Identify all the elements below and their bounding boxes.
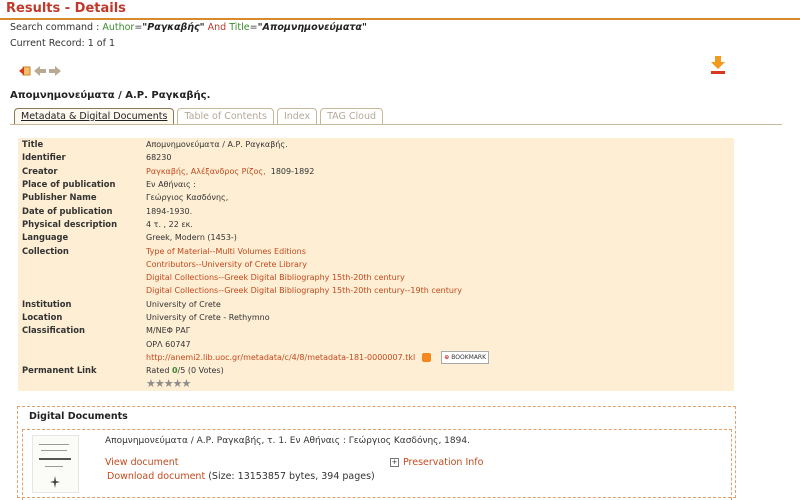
download-document: Download document (Size: 13153857 bytes,… [107, 471, 375, 482]
download-size-info: (Size: 13153857 bytes, 394 pages) [208, 471, 375, 482]
current-record: Current Record: 1 of 1 [10, 38, 116, 49]
date-value: 1894-1930. [146, 206, 193, 216]
tab-divider [10, 124, 782, 125]
table-row: ΟΡΛ 60747 [18, 337, 734, 350]
field-label: Place of publication [22, 179, 116, 190]
table-row: Identifier 68230 [18, 151, 734, 164]
table-row: Place of publication Εν Αθήναις : [18, 178, 734, 191]
page-header: Results - Details [0, 0, 800, 20]
table-row: Classification Μ/ΝΕΦ ΡΑΓ [18, 324, 734, 337]
table-row: Date of publication 1894-1930. [18, 204, 734, 217]
digital-documents-heading: Digital Documents [29, 411, 128, 422]
table-row: Institution University of Crete [18, 298, 734, 311]
bookmark-plus-icon: ⊕ [444, 353, 450, 361]
document-thumbnail[interactable] [32, 435, 79, 493]
digital-documents-panel: Digital Documents Απομνημονεύματα / Α.Ρ.… [17, 406, 736, 500]
field-label: Permanent Link [22, 365, 97, 376]
table-row: Title Απομνημονεύματα / Α.Ρ. Ραγκαβής. [18, 138, 734, 151]
identifier-value: 68230 [146, 153, 172, 163]
previous-record-icon[interactable] [34, 66, 46, 76]
title-value: Απομνημονεύματα / Α.Ρ. Ραγκαβής. [146, 140, 288, 150]
publisher-value: Γεώργιος Κασδόνης, [146, 193, 229, 203]
star-icon[interactable]: ★ [173, 377, 183, 390]
location-value: University of Crete - Rethymno [146, 313, 270, 322]
table-row: Contributors--University of Crete Librar… [18, 258, 734, 271]
download-document-link[interactable]: Download document [107, 471, 205, 482]
table-row: Digital Collections--Greek Digital Bibli… [18, 271, 734, 284]
table-row: Creator Ραγκαβής, Αλέξανδρος Ρίζος, 1809… [18, 165, 734, 178]
search-command: Search command : Author="Ραγκαβής" And T… [10, 22, 367, 33]
table-row: Permanent Link http://anemi2.lib.uoc.gr/… [18, 350, 734, 375]
field-label: Location [22, 312, 63, 322]
collection-link[interactable]: Digital Collections--Greek Digital Bibli… [146, 286, 462, 295]
field-label: Title [22, 139, 44, 150]
page-title: Results - Details [6, 1, 126, 16]
collection-link[interactable]: Contributors--University of Crete Librar… [146, 260, 307, 269]
rss-icon[interactable] [421, 352, 431, 362]
star-icon[interactable]: ★ [164, 377, 174, 390]
bookmark-button[interactable]: ⊕ BOOKMARK [441, 350, 490, 364]
table-row: Location University of Crete - Rethymno [18, 311, 734, 324]
creator-value: Ραγκαβής, Αλέξανδρος Ρίζος, 1809-1892 [142, 165, 734, 178]
tab-table-of-contents[interactable]: Table of Contents [177, 108, 274, 124]
document-entry: Απομνημονεύματα / Α.Ρ. Ραγκαβής, τ. 1. Ε… [22, 429, 732, 500]
star-icon[interactable]: ★ [146, 377, 156, 390]
expand-plus-icon[interactable]: + [390, 458, 399, 467]
creator-link[interactable]: Ραγκαβής, Αλέξανδρος Ρίζος, [146, 167, 266, 176]
table-row: Collection Type of Material--Multi Volum… [18, 244, 734, 257]
field-label: Institution [22, 298, 72, 309]
classification-value: Μ/ΝΕΦ ΡΑΓ [146, 326, 191, 336]
detail-tabs: Metadata & Digital Documents Table of Co… [14, 108, 384, 124]
search-author-value: "Ραγκαβής" [142, 22, 205, 33]
table-row: Language Greek, Modern (1453-) [18, 231, 734, 244]
place-value: Εν Αθήναις : [146, 180, 196, 190]
language-value: Greek, Modern (1453-) [146, 233, 237, 243]
star-icon[interactable]: ★ [155, 377, 165, 390]
preservation-info[interactable]: + Preservation Info [390, 457, 483, 468]
tab-metadata[interactable]: Metadata & Digital Documents [14, 108, 175, 124]
back-to-results-icon[interactable] [19, 66, 31, 76]
search-conjunction: And [207, 22, 227, 33]
tab-tag-cloud[interactable]: TAG Cloud [320, 108, 384, 124]
classification-value: ΟΡΛ 60747 [146, 339, 191, 349]
field-label: Creator [22, 165, 58, 176]
rating-text: Rated 0/5 (0 Votes) [146, 366, 224, 376]
search-author-field: Author [102, 22, 135, 33]
view-document-link[interactable]: View document [105, 457, 179, 468]
record-title: Απομνημονεύματα / Α.Ρ. Ραγκαβής. [10, 90, 211, 101]
institution-value: University of Crete [146, 299, 221, 309]
download-icon[interactable] [711, 56, 725, 74]
table-row: Publisher Name Γεώργιος Κασδόνης, [18, 191, 734, 204]
search-title-field: Title [229, 22, 250, 33]
search-prefix: Search command : [10, 22, 100, 33]
tab-index[interactable]: Index [276, 108, 318, 124]
table-row: Digital Collections--Greek Digital Bibli… [18, 284, 734, 297]
collection-link[interactable]: Digital Collections--Greek Digital Bibli… [146, 273, 405, 282]
star-rating[interactable]: ★★★★★ [146, 377, 192, 390]
field-label: Physical description [22, 218, 118, 229]
field-label: Identifier [22, 152, 66, 163]
field-label: Date of publication [22, 205, 113, 216]
creator-years: 1809-1892 [270, 166, 315, 176]
physical-value: 4 τ. , 22 εκ. [146, 219, 193, 229]
table-row: Physical description 4 τ. , 22 εκ. [18, 218, 734, 231]
field-label: Publisher Name [22, 192, 97, 203]
record-navigation [19, 66, 61, 76]
preservation-info-link[interactable]: Preservation Info [403, 457, 483, 468]
next-record-icon[interactable] [49, 66, 61, 76]
field-label: Classification [22, 325, 85, 336]
collection-link[interactable]: Type of Material--Multi Volumes Editions [146, 247, 306, 256]
metadata-table: Title Απομνημονεύματα / Α.Ρ. Ραγκαβής. I… [18, 138, 734, 391]
document-description: Απομνημονεύματα / Α.Ρ. Ραγκαβής, τ. 1. Ε… [105, 436, 470, 446]
field-label: Language [22, 232, 69, 243]
permanent-link[interactable]: http://anemi2.lib.uoc.gr/metadata/c/4/8/… [146, 353, 415, 362]
field-label: Collection [22, 245, 69, 256]
star-icon[interactable]: ★ [182, 377, 192, 390]
search-title-value: "Απομνημονεύματα" [257, 22, 367, 33]
